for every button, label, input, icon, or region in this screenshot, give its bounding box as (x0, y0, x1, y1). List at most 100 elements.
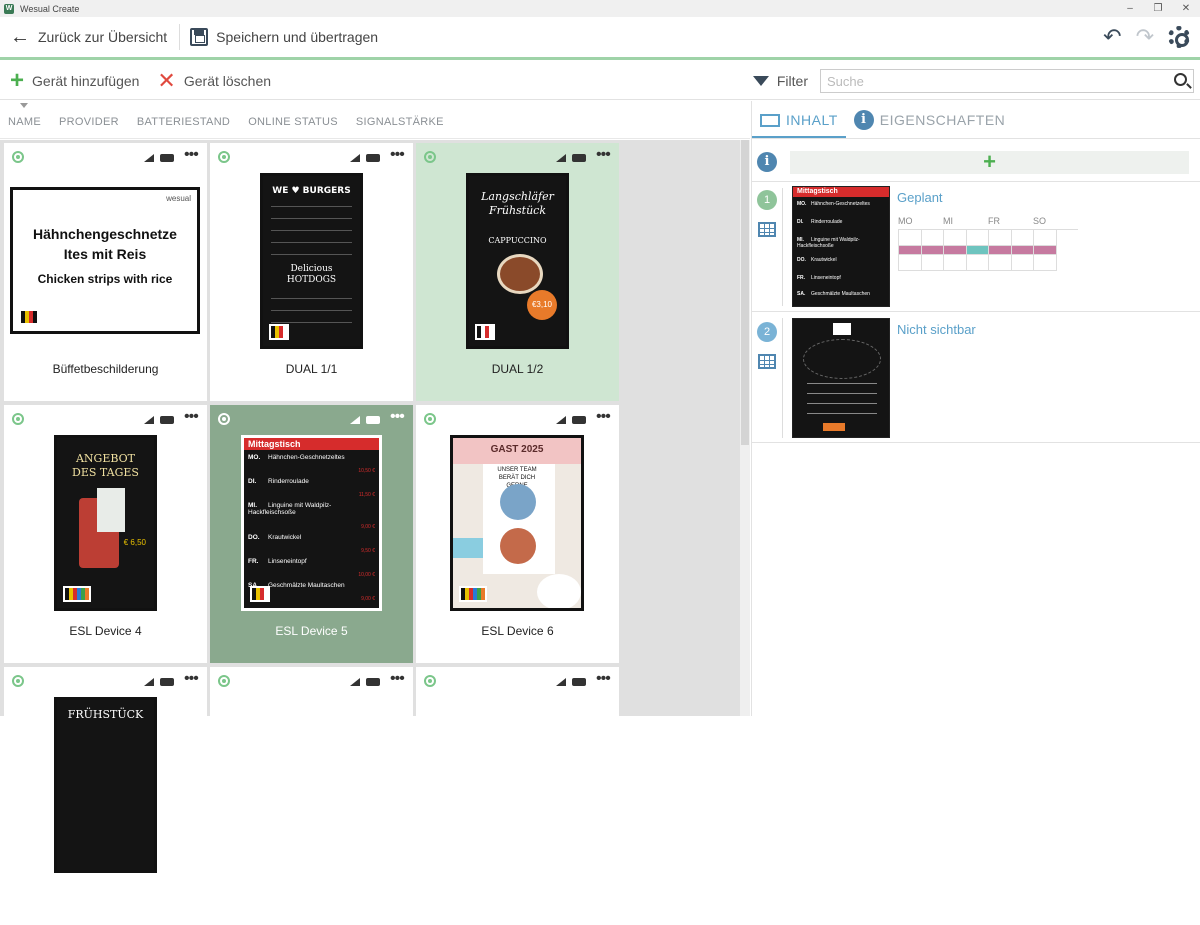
device-screen: Langschläfer Frühstück CAPPUCCINO €3,10 (466, 173, 569, 349)
back-button[interactable]: ← Zurück zur Übersicht (0, 24, 181, 50)
online-status-icon (12, 675, 24, 687)
more-icon[interactable]: ••• (390, 408, 405, 426)
scrollbar-thumb[interactable] (741, 140, 749, 445)
device-card[interactable]: ••• GAST 2025 UNSER TEAM BERÄT DICH GERN… (416, 405, 619, 663)
online-status-icon (218, 675, 230, 687)
add-content-row: i + (752, 148, 1200, 182)
more-icon[interactable]: ••• (390, 146, 405, 164)
menu-day: FR. (797, 275, 806, 281)
grid-scrollbar[interactable] (740, 140, 750, 716)
more-icon[interactable]: ••• (596, 670, 611, 688)
signal-icon (350, 678, 360, 686)
save-label: Speichern und übertragen (216, 29, 379, 45)
content-entry[interactable]: 2 Nicht sichtbar (752, 312, 1200, 443)
device-card[interactable]: ••• WE ♥ BURGERS Delicious HOTDOGS DUAL … (210, 143, 413, 401)
entry-number: 1 (757, 190, 777, 210)
menu-day: DI. (248, 478, 257, 485)
device-card[interactable]: ••• Mittagstisch MO. Hähnchen-Geschnetzel… (210, 405, 413, 663)
device-screen: ANGEBOT DES TAGES € 6,50 (54, 435, 157, 611)
schedule-table-icon[interactable] (758, 354, 776, 369)
device-name: ESL Device 4 (69, 624, 142, 638)
thumbnail-title: Mittagstisch (793, 187, 889, 197)
menu-day: SA. (797, 291, 806, 297)
more-icon[interactable]: ••• (390, 670, 405, 688)
menu-price: 11,50 € (358, 492, 375, 498)
color-indicator (459, 586, 487, 602)
more-icon[interactable]: ••• (184, 146, 199, 164)
gear-icon[interactable] (1168, 26, 1190, 48)
schedule-day: SO (1033, 216, 1047, 226)
filter-button[interactable]: Filter (752, 73, 808, 89)
save-button[interactable]: Speichern und übertragen (180, 17, 378, 57)
screen-subtitle: Chicken strips with rice (37, 272, 173, 286)
color-indicator (63, 586, 91, 602)
top-toolbar: ← Zurück zur Übersicht Speichern und übe… (0, 17, 1200, 60)
device-card[interactable]: ••• FRÜHSTÜCK (4, 667, 207, 925)
schedule-grid[interactable] (898, 229, 1078, 271)
menu-day: DO. (797, 257, 806, 263)
color-indicator (19, 309, 39, 325)
device-name: DUAL 1/2 (491, 362, 544, 376)
filter-label: Filter (776, 73, 808, 89)
menu-dish: Rinderroulade (268, 478, 309, 485)
more-icon[interactable]: ••• (596, 408, 611, 426)
panel-tabs: INHALT i EIGENSCHAFTEN (752, 101, 1200, 139)
close-window-button[interactable]: ✕ (1172, 3, 1200, 14)
online-status-icon (424, 151, 436, 163)
search-input[interactable]: Suche (820, 69, 1194, 93)
search-icon[interactable] (1174, 73, 1187, 86)
battery-icon (572, 416, 586, 424)
app-icon: W (4, 3, 14, 14)
menu-price: 9,00 € (361, 524, 375, 530)
menu-dish: Rinderroulade (811, 219, 843, 225)
window-title: Wesual Create (20, 3, 80, 14)
column-battery[interactable]: BATTERIESTAND (137, 116, 230, 128)
tab-content[interactable]: INHALT (752, 112, 846, 138)
device-grid: ••• wesual Hähnchengeschnetze Ites mit R… (0, 140, 740, 925)
undo-icon[interactable]: ↶ (1103, 26, 1121, 48)
device-card[interactable]: ••• ANGEBOT DES TAGES € 6,50 ESL Device … (4, 405, 207, 663)
content-entry[interactable]: 1 Mittagstisch MO. Hähnchen-Geschnetzelte… (752, 182, 1200, 312)
column-online-status[interactable]: ONLINE STATUS (248, 116, 338, 128)
menu-dish: Hähnchen-Geschnetzeltes (268, 454, 345, 461)
minimize-button[interactable]: – (1116, 3, 1144, 14)
content-panel: INHALT i EIGENSCHAFTEN i + 1 Mittagstisc… (751, 101, 1200, 716)
add-content-button[interactable]: + (790, 151, 1189, 174)
menu-dish: Krautwickel (811, 257, 837, 263)
column-provider[interactable]: PROVIDER (59, 116, 119, 128)
more-icon[interactable]: ••• (596, 146, 611, 164)
online-status-icon (12, 413, 24, 425)
screen-title: Hähnchengeschnetze Ites mit Reis (33, 226, 177, 262)
online-status-icon (424, 413, 436, 425)
delete-device-button[interactable]: ✕ Gerät löschen (157, 70, 271, 92)
online-status-icon (218, 151, 230, 163)
device-screen: GAST 2025 UNSER TEAM BERÄT DICH GERNE (450, 435, 584, 611)
more-icon[interactable]: ••• (184, 408, 199, 426)
funnel-icon (752, 76, 769, 86)
battery-icon (366, 154, 380, 162)
color-indicator (475, 324, 495, 340)
schedule-table-icon[interactable] (758, 222, 776, 237)
device-name: DUAL 1/1 (285, 362, 338, 376)
info-icon[interactable]: i (757, 152, 777, 172)
content-thumbnail (792, 318, 890, 438)
column-name[interactable]: NAME (8, 103, 41, 128)
redo-icon[interactable]: ↷ (1136, 26, 1154, 48)
restore-button[interactable]: ❐ (1144, 3, 1172, 14)
add-device-button[interactable]: + Gerät hinzufügen (10, 69, 139, 93)
menu-price: 9,50 € (361, 548, 375, 554)
device-card[interactable]: ••• wesual Hähnchengeschnetze Ites mit R… (4, 143, 207, 401)
device-name: ESL Device 5 (275, 624, 348, 638)
column-signal[interactable]: SIGNALSTÄRKE (356, 116, 444, 128)
menu-dish: Krautwickel (268, 534, 302, 541)
signal-icon (556, 416, 566, 424)
more-icon[interactable]: ••• (184, 670, 199, 688)
tab-properties[interactable]: i EIGENSCHAFTEN (846, 110, 1014, 138)
menu-day: FR. (248, 558, 259, 565)
weekly-schedule: MO MI FR SO (898, 216, 1078, 271)
device-card[interactable]: ••• (416, 667, 619, 925)
device-card[interactable]: ••• (210, 667, 413, 925)
menu-day: DO. (248, 534, 260, 541)
device-card[interactable]: ••• Langschläfer Frühstück CAPPUCCINO €3… (416, 143, 619, 401)
info-icon: i (853, 110, 874, 130)
